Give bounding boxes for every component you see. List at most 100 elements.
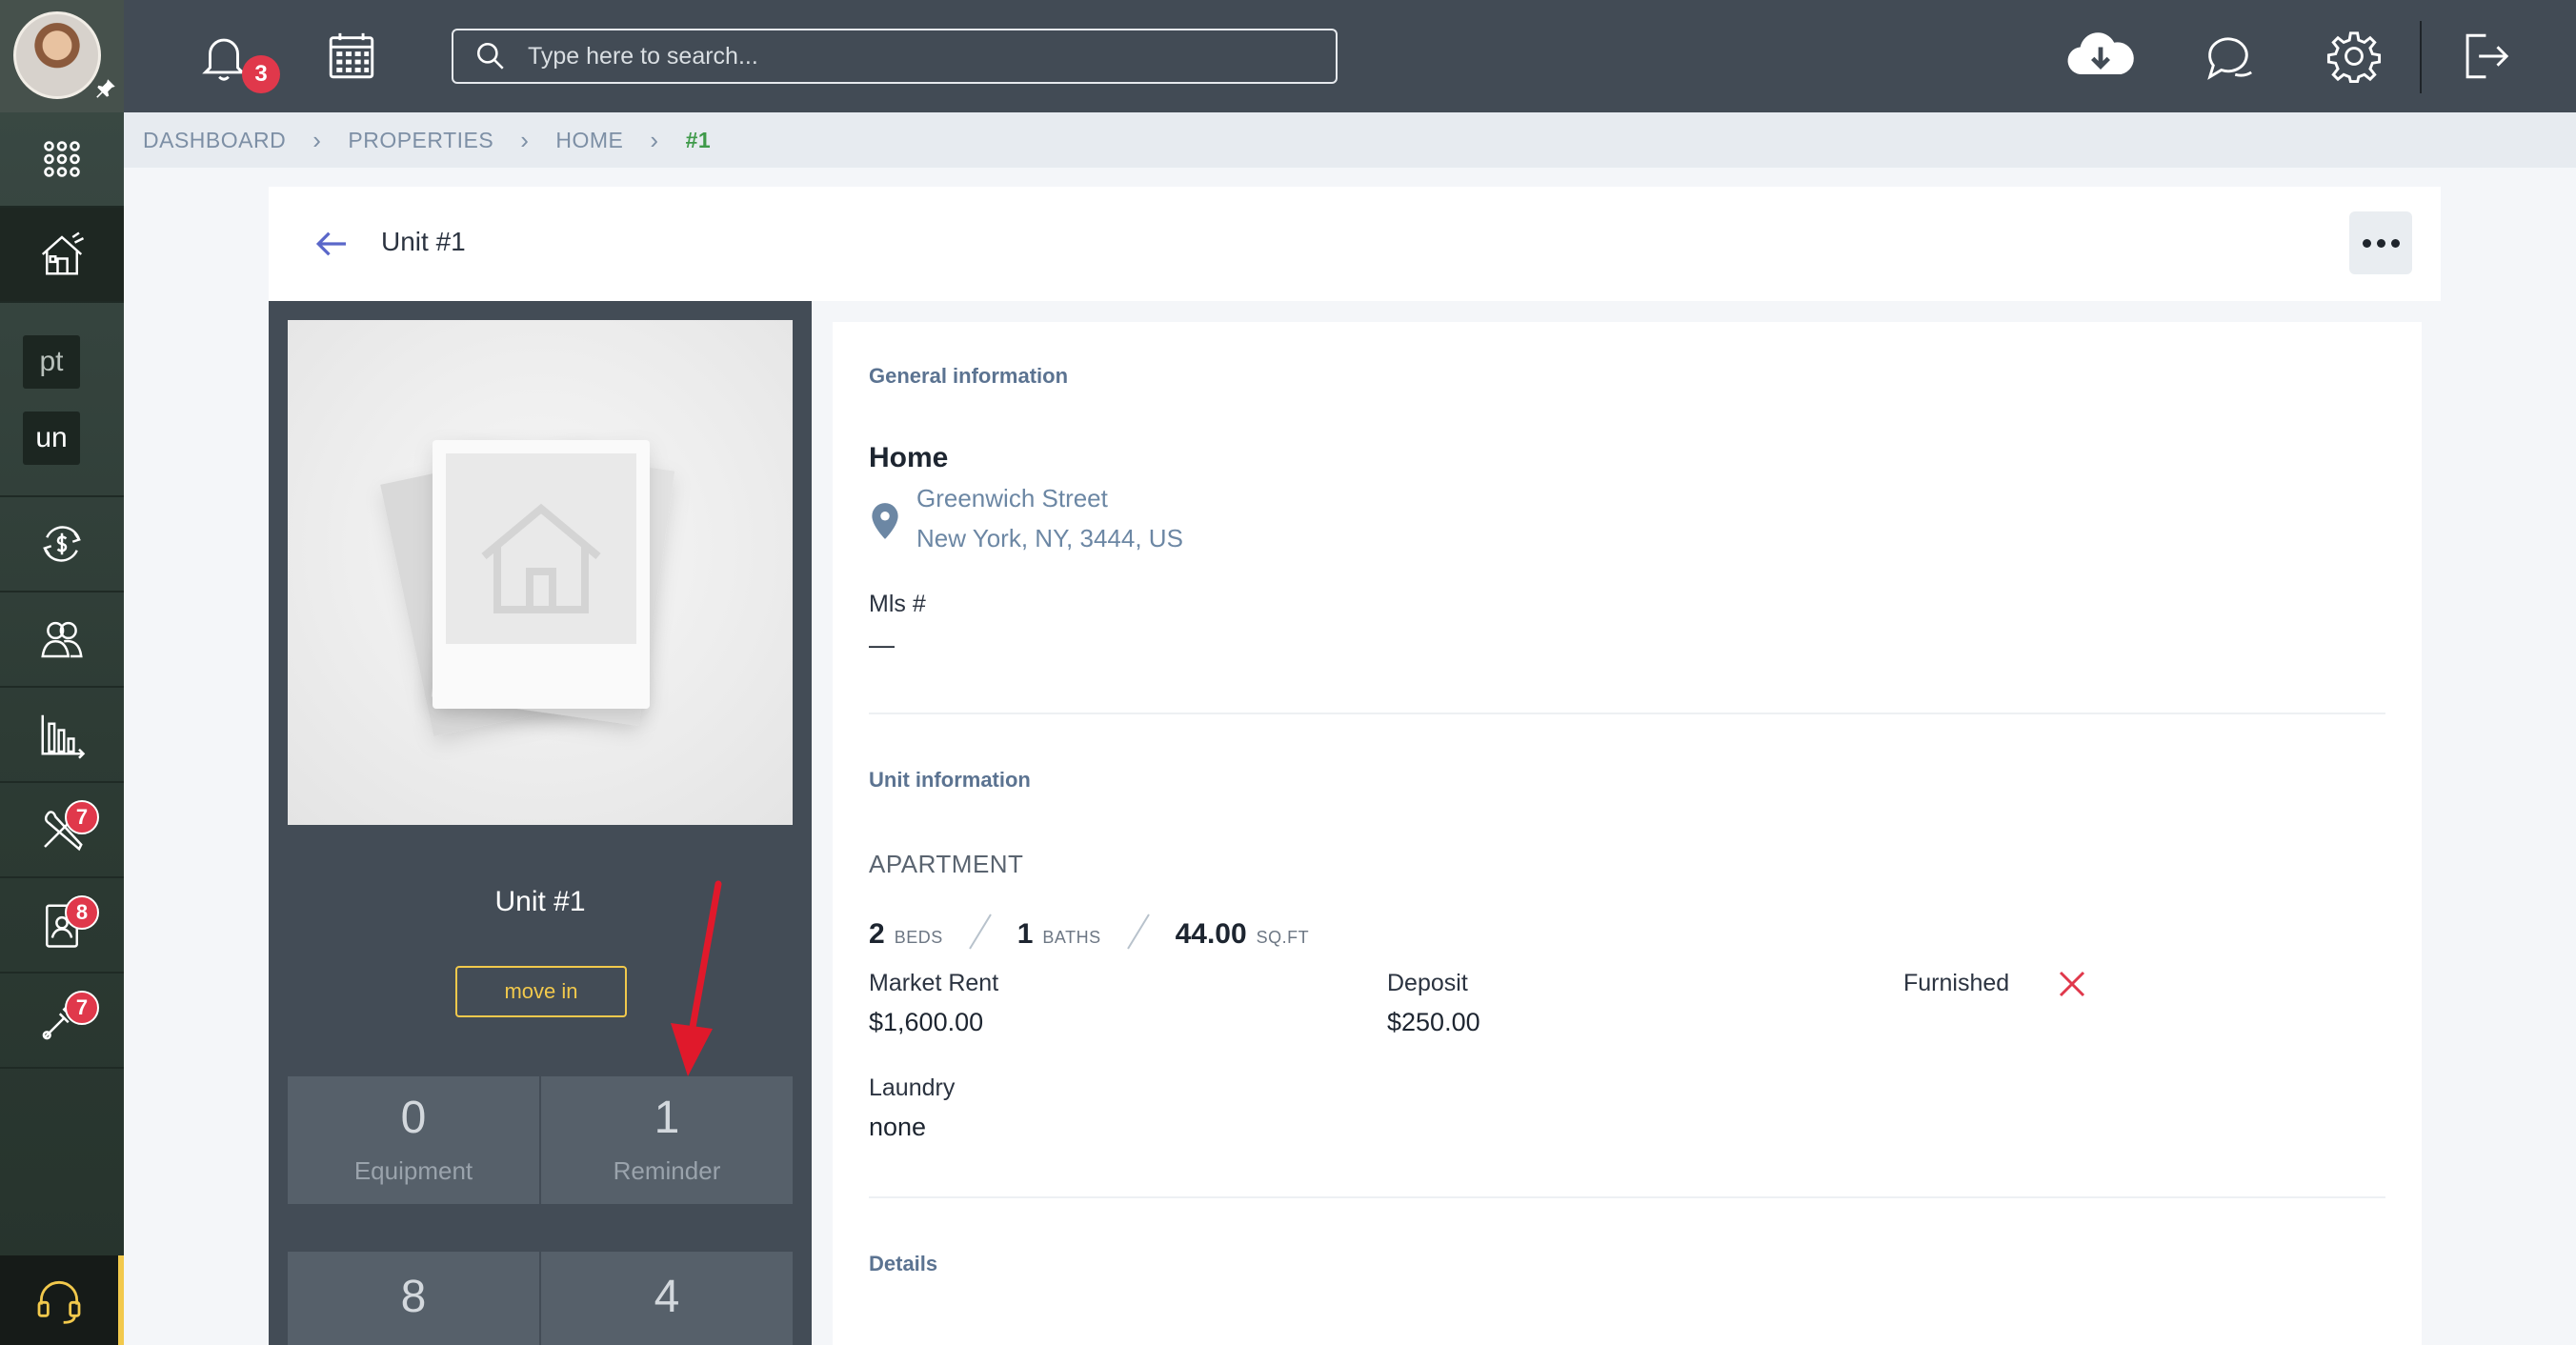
dot-icon	[2376, 238, 2385, 248]
sidebar-shortcuts: pt un	[0, 303, 124, 497]
bar-chart-icon	[41, 714, 86, 759]
baths-unit: BATHS	[1042, 928, 1101, 947]
sidebar-item-reports[interactable]	[0, 688, 124, 783]
sidebar-item-applications[interactable]: 8	[0, 878, 124, 974]
info-card: General information Home Greenwich Stree…	[833, 322, 2422, 1345]
reminder-count: 1	[654, 1092, 680, 1143]
user-avatar-cell[interactable]	[0, 0, 124, 112]
mls-label: Mls #	[869, 591, 926, 617]
general-info-title: General information	[869, 364, 1069, 388]
details-title: Details	[869, 1252, 938, 1275]
download-button[interactable]	[2062, 25, 2140, 88]
settings-button[interactable]	[2323, 25, 2385, 88]
search-input[interactable]	[528, 42, 1309, 70]
support-button[interactable]	[0, 1255, 124, 1345]
search-box[interactable]	[452, 29, 1338, 84]
dot-icon	[2390, 238, 2400, 248]
gear-icon	[2326, 31, 2382, 84]
stat-tile-4[interactable]: 4	[541, 1252, 793, 1345]
unit-info-title: Unit information	[869, 768, 1031, 792]
equipment-count: 0	[400, 1092, 427, 1143]
avatar[interactable]	[13, 11, 101, 99]
sidebar-item-people[interactable]	[0, 592, 124, 688]
move-in-button[interactable]: move in	[455, 966, 627, 1017]
market-rent-value: $1,600.00	[869, 1008, 984, 1036]
slash-divider-icon	[968, 913, 992, 950]
beds-unit: BEDS	[894, 928, 943, 947]
breadcrumb-current: #1	[685, 127, 712, 152]
calendar-icon	[329, 32, 374, 79]
page-header: Unit #1	[269, 187, 2441, 301]
sqft-value: 44.00	[1175, 918, 1247, 950]
chat-icon	[2207, 37, 2252, 80]
equipment-tile[interactable]: 0 Equipment	[288, 1076, 539, 1204]
shortcut-tile-pt[interactable]: pt	[23, 335, 80, 389]
reminder-tile[interactable]: 1 Reminder	[541, 1076, 793, 1204]
applications-badge: 8	[65, 895, 99, 930]
close-icon	[2059, 971, 2085, 997]
chevron-right-icon: ›	[312, 125, 322, 154]
market-rent-label: Market Rent	[869, 970, 999, 996]
tools-badge: 7	[65, 991, 99, 1025]
breadcrumb-home[interactable]: HOME	[555, 128, 623, 153]
house-icon	[41, 231, 85, 275]
section-divider	[869, 1196, 2385, 1198]
headset-icon	[37, 1281, 81, 1324]
messages-button[interactable]	[2197, 25, 2260, 88]
dot-icon	[2362, 238, 2371, 248]
sidebar-item-payments[interactable]	[0, 497, 124, 592]
cloud-download-icon	[2067, 32, 2134, 75]
logout-icon	[2465, 33, 2509, 79]
address-line-2[interactable]: New York, NY, 3444, US	[916, 524, 1183, 553]
topbar-divider	[2420, 21, 2422, 93]
laundry-label: Laundry	[869, 1074, 956, 1101]
stat-count-4: 4	[654, 1272, 680, 1322]
section-divider	[869, 713, 2385, 714]
reminder-label: Reminder	[613, 1155, 721, 1185]
chevron-right-icon: ›	[520, 125, 530, 154]
unit-specs: 2 BEDS 1 BATHS 44.00 SQ.FT	[869, 905, 1309, 951]
unit-panel: Unit #1 move in 0 Equipment 1 Reminder 8…	[269, 301, 812, 1345]
unit-name: Unit #1	[494, 886, 586, 917]
unit-type: APARTMENT	[869, 850, 1024, 878]
money-cycle-icon	[43, 526, 81, 562]
chevron-right-icon: ›	[650, 125, 659, 154]
pin-icon[interactable]	[93, 76, 118, 101]
breadcrumb-dashboard[interactable]: DASHBOARD	[143, 128, 286, 153]
maintenance-badge: 7	[65, 800, 99, 834]
sidebar-item-maintenance[interactable]: 7	[0, 783, 124, 878]
deposit-value: $250.00	[1387, 1008, 1480, 1036]
laundry-value: none	[869, 1113, 927, 1141]
slash-divider-icon	[1126, 913, 1150, 950]
stat-count-3: 8	[400, 1272, 427, 1322]
grid-icon	[44, 141, 80, 177]
logout-button[interactable]	[2452, 25, 2515, 88]
shortcut-tile-un[interactable]: un	[23, 412, 80, 465]
annotation-arrow-icon	[671, 880, 722, 1076]
deposit-label: Deposit	[1387, 970, 1468, 996]
beds-value: 2	[869, 918, 885, 950]
sidebar-item-tools[interactable]: 7	[0, 974, 124, 1069]
breadcrumb: DASHBOARD › PROPERTIES › HOME › #1	[124, 112, 2576, 168]
top-bar: 3	[124, 0, 2576, 112]
unit-photo-placeholder[interactable]	[288, 320, 793, 825]
back-arrow-icon[interactable]	[312, 225, 351, 263]
map-pin-icon	[872, 503, 898, 539]
page-title: Unit #1	[381, 227, 466, 256]
notifications-badge: 3	[242, 55, 280, 93]
address-line-1[interactable]: Greenwich Street	[916, 484, 1108, 513]
search-icon	[476, 42, 504, 70]
sqft-unit: SQ.FT	[1256, 928, 1310, 947]
sidebar-item-properties[interactable]	[0, 208, 124, 303]
calendar-button[interactable]	[320, 25, 383, 88]
stat-tile-3[interactable]: 8	[288, 1252, 539, 1345]
sidebar-item-apps[interactable]	[0, 112, 124, 208]
breadcrumb-properties[interactable]: PROPERTIES	[348, 128, 493, 153]
equipment-label: Equipment	[353, 1155, 473, 1185]
property-name[interactable]: Home	[869, 442, 948, 474]
furnished-label: Furnished	[1903, 970, 2010, 996]
more-options-button[interactable]	[2349, 211, 2412, 274]
baths-value: 1	[1016, 918, 1034, 950]
left-sidebar: pt un 7 8 7	[0, 0, 124, 1345]
people-icon	[41, 621, 83, 658]
